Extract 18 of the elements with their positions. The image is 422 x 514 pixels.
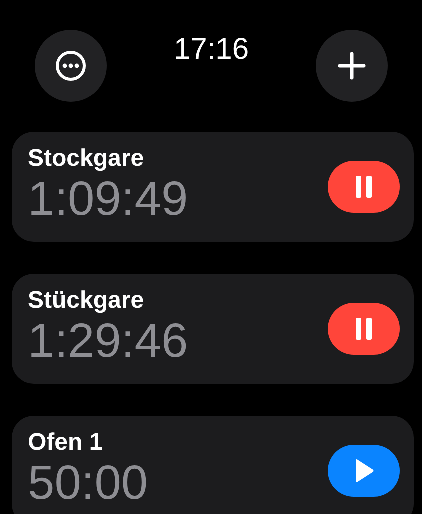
pause-icon (354, 175, 374, 199)
more-icon (55, 50, 87, 82)
plus-icon (336, 51, 367, 81)
pause-button[interactable] (328, 303, 400, 355)
timer-card[interactable]: Stockgare 1:09:49 (12, 132, 414, 242)
play-button[interactable] (328, 445, 400, 497)
clock-time: 17:16 (174, 33, 250, 67)
timer-remaining: 1:09:49 (28, 175, 188, 225)
timer-card[interactable]: Ofen 1 50:00 (12, 416, 414, 514)
play-icon (353, 458, 375, 484)
pause-icon (354, 317, 374, 341)
timer-remaining: 50:00 (28, 459, 148, 509)
timer-name: Stückgare (28, 287, 146, 315)
timer-remaining: 1:29:46 (28, 317, 188, 367)
pause-button[interactable] (328, 161, 400, 213)
timer-card[interactable]: Stückgare 1:29:46 (12, 274, 414, 384)
timer-name: Stockgare (28, 145, 146, 173)
timer-name: Ofen 1 (28, 429, 104, 457)
